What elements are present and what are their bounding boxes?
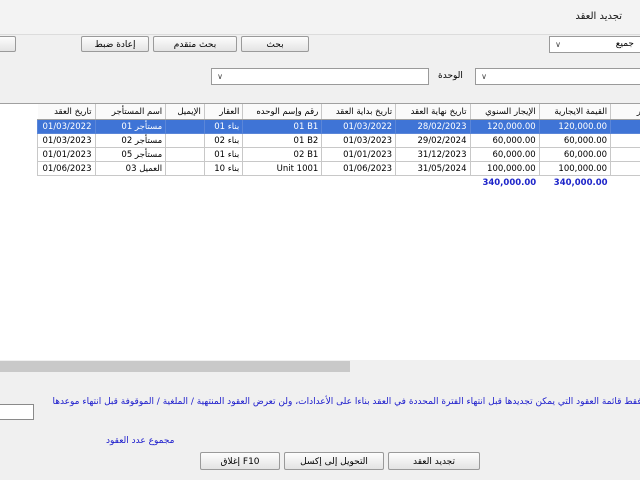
table-cell[interactable]: 31/05/2024 (395, 161, 471, 176)
table-cell[interactable]: 02 B1 (242, 147, 323, 162)
total-cell (611, 176, 640, 191)
table-cell[interactable]: 60,000.00 (469, 147, 540, 162)
total-cell (322, 176, 396, 191)
info-note: بر فقط قائمة العقود التي يمكن تجديدها قب… (52, 397, 640, 407)
table-cell[interactable]: 100,000.00 (538, 161, 612, 176)
totals-row: 340,000.00 340,000.00 (38, 176, 640, 191)
table-cell[interactable]: العميل 03 (94, 161, 167, 176)
table-cell[interactable]: بناء 10 (203, 161, 244, 176)
reset-button[interactable]: إعادة ضبط (81, 36, 149, 52)
table-cell[interactable]: 01 B2 (242, 133, 323, 148)
property-select[interactable]: ∨ (475, 68, 640, 85)
column-header[interactable]: الإيجار السنوي (470, 104, 540, 120)
contracts-count-field (0, 404, 34, 420)
table-row[interactable]: 60,000.00 60,000.00 29/02/2024 01/03/202… (37, 133, 640, 148)
search-button[interactable]: بحث (241, 36, 309, 52)
table-cell[interactable]: بناء 01 (203, 119, 244, 134)
column-header[interactable]: الإيميل (165, 104, 205, 120)
table-row[interactable]: 120,000.00 120,000.00 28/02/2023 01/03/2… (37, 119, 640, 134)
total-cell (95, 176, 166, 191)
table-cell[interactable]: 01/03/2022 (321, 119, 397, 134)
unit-label: الوحدة (438, 71, 463, 81)
column-header[interactable]: القيمة الايجارية (539, 104, 612, 120)
contracts-grid[interactable]: طة للإنجار القيمة الايجارية الإيجار السن… (0, 103, 640, 361)
table-cell[interactable] (165, 119, 205, 134)
total-cell (396, 176, 470, 191)
table-cell[interactable]: 60,000.00 (469, 133, 540, 148)
chevron-down-icon: ∨ (217, 72, 223, 81)
table-cell[interactable]: 01/03/2023 (37, 133, 96, 148)
horizontal-scrollbar[interactable] (0, 360, 640, 373)
contracts-table: طة للإنجار القيمة الايجارية الإيجار السن… (37, 104, 640, 190)
table-cell[interactable] (165, 133, 205, 148)
table-cell[interactable]: مستأجر 05 (94, 147, 167, 162)
table-cell[interactable]: 01/03/2023 (321, 133, 397, 148)
status-filter-value: جميع (615, 39, 634, 49)
column-header[interactable]: رقم وإسم الوحده (242, 104, 323, 120)
close-button[interactable]: إغلاق F10 (200, 452, 280, 470)
table-cell[interactable] (165, 147, 205, 162)
table-cell[interactable]: مستأجر 02 (94, 133, 167, 148)
table-cell[interactable]: 31/12/2023 (395, 147, 471, 162)
total-cell (204, 176, 242, 191)
column-header[interactable]: تاريخ نهاية العقد (395, 104, 471, 120)
total-cell (38, 176, 96, 191)
column-header[interactable]: طة للإنجار (610, 104, 640, 120)
column-header[interactable]: تاريخ بداية العقد (321, 104, 397, 120)
scrollbar-thumb[interactable] (0, 361, 350, 372)
table-cell[interactable]: 29/02/2024 (395, 133, 471, 148)
total-rental-value: 340,000.00 (553, 178, 608, 188)
unit-select[interactable]: ∨ (211, 68, 429, 85)
renew-contract-button[interactable]: تجديد العقد (388, 452, 480, 470)
table-cell[interactable] (165, 161, 205, 176)
table-cell[interactable]: 01/03/2022 (37, 119, 96, 134)
table-cell[interactable]: 120,000.00 (469, 119, 540, 134)
export-excel-button[interactable]: التحويل إلى إكسل (284, 452, 384, 470)
table-row[interactable]: 100,000.00 100,000.00 31/05/2024 01/06/2… (37, 161, 640, 176)
total-cell (243, 176, 322, 191)
window-title: تجديد العقد (575, 11, 622, 22)
advanced-search-button[interactable]: بحث متقدم (153, 36, 237, 52)
table-cell[interactable]: 01/01/2023 (321, 147, 397, 162)
total-annual-rent: 340,000.00 (482, 178, 537, 188)
table-cell[interactable]: بناء 02 (203, 133, 244, 148)
table-cell[interactable] (610, 147, 640, 162)
table-cell[interactable]: مستأجر 01 (94, 119, 167, 134)
table-cell[interactable]: 01/06/2023 (321, 161, 397, 176)
table-cell[interactable] (610, 133, 640, 148)
contracts-count-label: مجموع عدد العقود (106, 436, 175, 446)
chevron-down-icon: ∨ (555, 40, 561, 49)
table-cell[interactable] (610, 119, 640, 134)
table-cell[interactable]: 120,000.00 (538, 119, 612, 134)
table-header-row: طة للإنجار القيمة الايجارية الإيجار السن… (37, 104, 640, 120)
table-row[interactable]: 60,000.00 60,000.00 31/12/2023 01/01/202… (37, 147, 640, 162)
table-cell[interactable] (610, 161, 640, 176)
partial-button[interactable] (0, 36, 16, 52)
column-header[interactable]: تاريخ العقد (37, 104, 96, 120)
column-header[interactable]: اسم المستأجر (95, 104, 167, 120)
table-cell[interactable]: 60,000.00 (538, 133, 612, 148)
chevron-down-icon: ∨ (481, 72, 487, 81)
status-filter-select[interactable]: ∨ جميع (549, 36, 640, 53)
table-cell[interactable]: 28/02/2023 (395, 119, 471, 134)
column-header[interactable]: العقار (204, 104, 244, 120)
table-cell[interactable]: 01/06/2023 (37, 161, 96, 176)
table-cell[interactable]: Unit 1001 (242, 161, 323, 176)
table-cell[interactable]: 60,000.00 (538, 147, 612, 162)
table-cell[interactable]: 01/01/2023 (37, 147, 96, 162)
table-cell[interactable]: بناء 01 (203, 147, 244, 162)
total-cell (166, 176, 205, 191)
title-bar: تجديد العقد (0, 0, 640, 35)
table-cell[interactable]: 01 B1 (242, 119, 323, 134)
table-cell[interactable]: 100,000.00 (469, 161, 540, 176)
